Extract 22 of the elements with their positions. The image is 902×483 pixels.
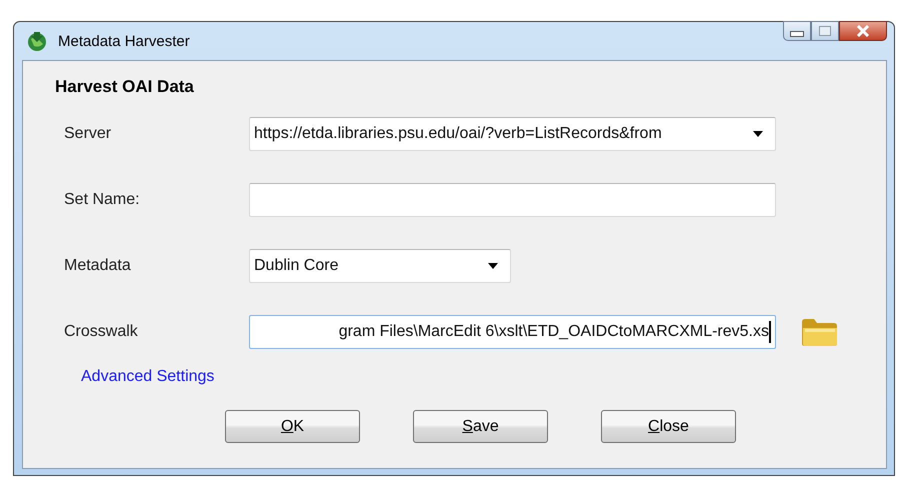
window-title: Metadata Harvester <box>58 32 190 50</box>
input-field[interactable]: gram Files\MarcEdit 6\xslt\ETD_OAIDCtoMARCXML-rev5.xs <box>249 315 776 349</box>
field-label: Set Name: <box>63 191 141 209</box>
maximize-button[interactable] <box>811 21 839 41</box>
field-label: Crosswalk <box>63 323 139 341</box>
dropdown-caret-icon <box>488 263 498 269</box>
minimize-button[interactable] <box>783 21 811 41</box>
advanced-settings-link[interactable]: Advanced Settings <box>81 368 214 386</box>
section-title: Harvest OAI Data <box>55 77 195 97</box>
field-label: Server <box>63 125 112 143</box>
dialog-button[interactable]: OK <box>225 410 360 443</box>
folder-icon[interactable] <box>800 316 840 348</box>
dropdown-field[interactable]: https://etda.libraries.psu.edu/oai/?verb=ListRecords&from <box>249 117 776 151</box>
dropdown-field[interactable]: Dublin Core <box>249 249 511 283</box>
close-button[interactable] <box>839 21 887 41</box>
close-icon <box>856 25 870 37</box>
dialog-button[interactable]: Save <box>413 410 548 443</box>
dropdown-caret-icon <box>753 131 763 137</box>
globe-icon <box>26 30 48 52</box>
dialog-button[interactable]: Close <box>601 410 736 443</box>
input-field[interactable] <box>249 183 776 217</box>
field-label: Metadata <box>63 257 132 275</box>
